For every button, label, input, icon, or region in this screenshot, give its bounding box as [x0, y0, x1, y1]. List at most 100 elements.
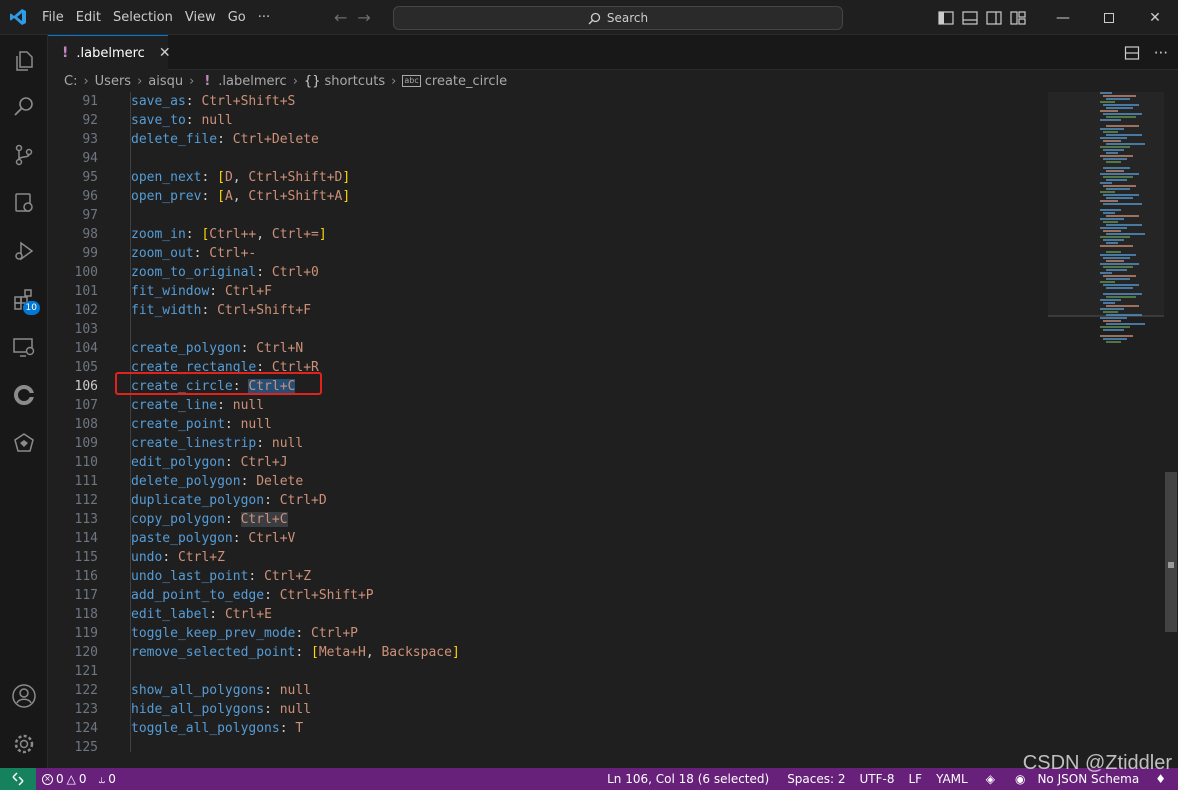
forward-arrow-icon[interactable]: → — [357, 8, 370, 27]
code-line[interactable]: create_linestrip: null — [131, 434, 460, 453]
code-line[interactable]: save_to: null — [131, 111, 460, 130]
code-line[interactable]: toggle_keep_prev_mode: Ctrl+P — [131, 624, 460, 643]
scrollbar-thumb[interactable] — [1165, 472, 1177, 632]
breadcrumb-file[interactable]: .labelmerc — [218, 74, 286, 89]
settings-gear-icon[interactable] — [0, 720, 48, 768]
yaml-list-value: A — [224, 189, 233, 204]
code-line[interactable]: remove_selected_point: [Meta+H, Backspac… — [131, 643, 460, 662]
minimap-line — [1103, 302, 1115, 304]
toggle-panel-icon[interactable] — [962, 10, 978, 26]
more-actions-icon[interactable]: ··· — [1154, 44, 1168, 62]
code-line[interactable]: undo: Ctrl+Z — [131, 548, 460, 567]
run-debug-icon[interactable] — [0, 227, 48, 275]
minimap-line — [1103, 284, 1139, 286]
minimap-line — [1103, 176, 1133, 178]
menu-more[interactable]: ··· — [252, 0, 276, 35]
code-line[interactable]: toggle_all_polygons: T — [131, 719, 460, 738]
code-line[interactable]: zoom_in: [Ctrl++, Ctrl+=] — [131, 225, 460, 244]
code-line[interactable]: duplicate_polygon: Ctrl+D — [131, 491, 460, 510]
code-line[interactable]: delete_file: Ctrl+Delete — [131, 130, 460, 149]
breadcrumb-section[interactable]: shortcuts — [324, 74, 385, 89]
minimap-line — [1106, 323, 1145, 325]
copilot-icon[interactable] — [0, 371, 48, 419]
menu-view[interactable]: View — [179, 0, 222, 35]
code-line[interactable]: fit_width: Ctrl+Shift+F — [131, 301, 460, 320]
code-line[interactable]: create_line: null — [131, 396, 460, 415]
accounts-icon[interactable] — [0, 672, 48, 720]
encoding-status[interactable]: UTF-8 — [854, 772, 903, 786]
yaml-list-value: D — [224, 170, 233, 185]
code-line[interactable]: save_as: Ctrl+Shift+S — [131, 92, 460, 111]
code-line[interactable] — [131, 149, 460, 168]
minimize-icon[interactable]: — — [1040, 0, 1086, 35]
ports-status[interactable]: ⥿ 0 — [93, 772, 122, 787]
code-line[interactable]: delete_polygon: Delete — [131, 472, 460, 491]
code-line[interactable]: edit_polygon: Ctrl+J — [131, 453, 460, 472]
command-center-search[interactable]: Search — [393, 6, 843, 30]
run-test-icon[interactable] — [0, 179, 48, 227]
tab-labelmerc[interactable]: ! .labelmerc ✕ — [48, 35, 171, 70]
extensions-icon[interactable]: 10 — [0, 275, 48, 323]
minimap-line — [1103, 230, 1121, 232]
breadcrumb-user[interactable]: aisqu — [148, 74, 183, 89]
back-arrow-icon[interactable]: ← — [334, 8, 347, 27]
menu-edit[interactable]: Edit — [70, 0, 107, 35]
code-line[interactable]: fit_window: Ctrl+F — [131, 282, 460, 301]
minimap-line — [1106, 242, 1118, 244]
toggle-primary-sidebar-icon[interactable] — [938, 10, 954, 26]
code-line[interactable]: copy_polygon: Ctrl+C — [131, 510, 460, 529]
minimap-line — [1106, 170, 1124, 172]
vertical-scrollbar[interactable] — [1164, 92, 1178, 768]
close-window-icon[interactable]: ✕ — [1132, 0, 1178, 35]
close-tab-icon[interactable]: ✕ — [159, 45, 171, 61]
code-line[interactable]: show_all_polygons: null — [131, 681, 460, 700]
customize-layout-icon[interactable] — [1010, 10, 1026, 26]
minimap-line — [1100, 173, 1139, 175]
explorer-icon[interactable] — [0, 37, 48, 85]
breadcrumb-drive[interactable]: C: — [64, 74, 77, 89]
code-line[interactable]: create_polygon: Ctrl+N — [131, 339, 460, 358]
menu-go[interactable]: Go — [222, 0, 252, 35]
line-number: 96 — [82, 189, 98, 204]
code-line[interactable]: open_next: [D, Ctrl+Shift+D] — [131, 168, 460, 187]
code-line[interactable]: paste_polygon: Ctrl+V — [131, 529, 460, 548]
eol-status[interactable]: LF — [902, 772, 930, 786]
code-line[interactable]: undo_last_point: Ctrl+Z — [131, 567, 460, 586]
cursor-position[interactable]: Ln 106, Col 18 (6 selected) — [601, 772, 781, 786]
minimap[interactable] — [1048, 92, 1164, 768]
code-line[interactable]: add_point_to_edge: Ctrl+Shift+P — [131, 586, 460, 605]
code-line[interactable]: create_point: null — [131, 415, 460, 434]
remote-indicator-icon[interactable] — [0, 768, 36, 790]
menu-selection[interactable]: Selection — [107, 0, 179, 35]
code-line[interactable]: zoom_out: Ctrl+- — [131, 244, 460, 263]
remote-explorer-icon[interactable] — [0, 323, 48, 371]
maximize-icon[interactable] — [1086, 0, 1132, 35]
language-mode[interactable]: YAML — [930, 772, 980, 786]
indentation-status[interactable]: Spaces: 2 — [781, 772, 853, 786]
split-editor-icon[interactable] — [1124, 45, 1140, 61]
breadcrumb-symbol[interactable]: create_circle — [425, 74, 507, 89]
code-line[interactable]: hide_all_polygons: null — [131, 700, 460, 719]
code-line[interactable] — [131, 206, 460, 225]
minimap-line — [1100, 128, 1124, 130]
minimap-line — [1106, 116, 1136, 118]
search-view-icon[interactable] — [0, 83, 48, 131]
source-control-icon[interactable] — [0, 131, 48, 179]
extension-view-icon[interactable] — [0, 419, 48, 467]
extension-status-icon[interactable]: ◈ — [980, 772, 1009, 786]
code-lines[interactable]: save_as: Ctrl+Shift+S save_to: null delete… — [131, 92, 460, 757]
problems-status[interactable]: × 0 △ 0 — [36, 772, 93, 786]
code-line[interactable]: edit_label: Ctrl+E — [131, 605, 460, 624]
code-line[interactable]: open_prev: [A, Ctrl+Shift+A] — [131, 187, 460, 206]
code-line[interactable]: zoom_to_original: Ctrl+0 — [131, 263, 460, 282]
code-line[interactable] — [131, 662, 460, 681]
breadcrumb-users[interactable]: Users — [95, 74, 131, 89]
code-line[interactable] — [131, 320, 460, 339]
code-editor[interactable]: 91 92 93 94 95 96 97 98 99 100 101 102 103 104 105 106 1… — [48, 92, 1178, 768]
yaml-value: Ctrl+V — [248, 531, 296, 546]
yaml-file-icon: ! — [62, 45, 69, 61]
toggle-secondary-sidebar-icon[interactable] — [986, 10, 1002, 26]
menu-file[interactable]: File — [36, 0, 70, 35]
minimap-line — [1103, 203, 1142, 205]
code-line[interactable] — [131, 738, 460, 757]
